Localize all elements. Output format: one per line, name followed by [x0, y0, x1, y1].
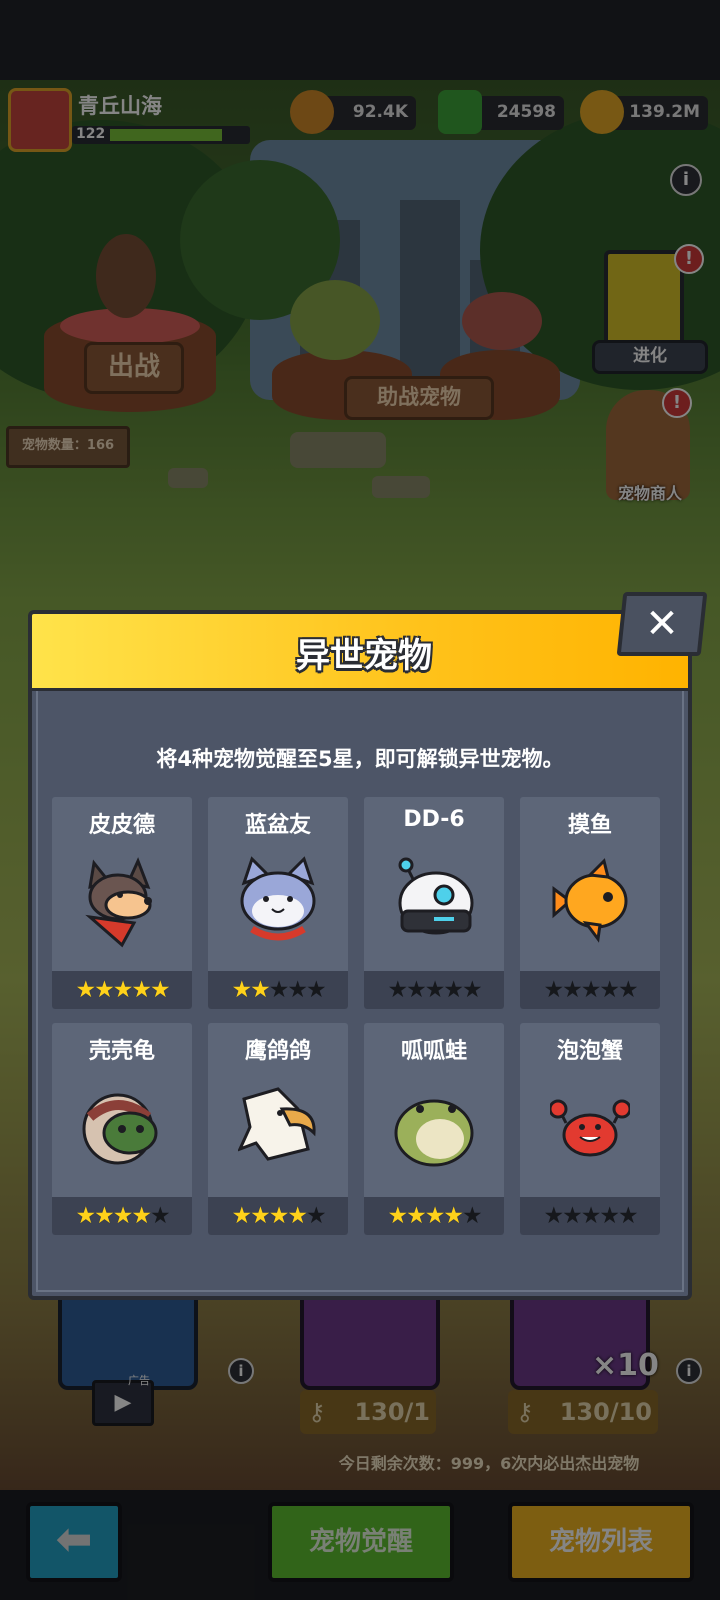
star-filled-icon: ★: [94, 977, 115, 1003]
star-empty-icon: ★: [617, 977, 639, 1003]
star-filled-icon: ★: [250, 1203, 271, 1229]
star-rating: ★★★★★: [52, 1197, 192, 1235]
pet-card[interactable]: 皮皮德 ★★★★★: [52, 797, 192, 1009]
pet-card[interactable]: DD-6 ★★★★★: [364, 797, 504, 1009]
eagle-icon: [237, 1079, 318, 1175]
star-empty-icon: ★: [461, 1203, 483, 1229]
pet-card[interactable]: 蓝盆友 ★★★★★: [208, 797, 348, 1009]
star-empty-icon: ★: [580, 1203, 602, 1229]
star-empty-icon: ★: [543, 1203, 564, 1229]
close-button[interactable]: ✕: [616, 592, 708, 656]
robot-icon: [394, 853, 474, 949]
modal-title: 异世宠物: [296, 636, 432, 676]
star-empty-icon: ★: [599, 1203, 620, 1229]
star-empty-icon: ★: [406, 977, 427, 1003]
star-filled-icon: ★: [287, 1203, 308, 1229]
unlock-description: 将4种宠物觉醒至5星，即可解锁异世宠物。: [156, 747, 564, 771]
star-filled-icon: ★: [387, 1203, 408, 1229]
star-filled-icon: ★: [231, 977, 252, 1003]
star-filled-icon: ★: [75, 977, 96, 1003]
husky-dog-icon: [82, 853, 162, 949]
star-filled-icon: ★: [443, 1203, 464, 1229]
star-filled-icon: ★: [406, 1203, 427, 1229]
crab-icon: [548, 1079, 632, 1175]
star-empty-icon: ★: [305, 1203, 327, 1229]
close-icon: ✕: [645, 601, 679, 647]
star-empty-icon: ★: [268, 977, 290, 1003]
frog-icon: [394, 1079, 474, 1175]
pet-name: 壳壳龟: [88, 1039, 155, 1064]
pet-card[interactable]: 鹰鸽鸽 ★★★★★: [208, 1023, 348, 1235]
star-empty-icon: ★: [580, 977, 602, 1003]
star-empty-icon: ★: [543, 977, 564, 1003]
star-empty-icon: ★: [461, 977, 483, 1003]
star-empty-icon: ★: [287, 977, 308, 1003]
otherworld-pets-modal: 异世宠物 将4种宠物觉醒至5星，即可解锁异世宠物。 皮皮德 ★★★★★ 蓝盆友 ★★★…: [28, 610, 692, 1300]
star-empty-icon: ★: [149, 1203, 171, 1229]
star-rating: ★★★★★: [52, 971, 192, 1009]
star-filled-icon: ★: [131, 1203, 152, 1229]
pet-name: DD-6: [403, 807, 465, 832]
pet-name: 呱呱蛙: [400, 1039, 467, 1064]
star-empty-icon: ★: [562, 977, 583, 1003]
blue-cat-icon: [238, 853, 318, 949]
star-empty-icon: ★: [424, 977, 446, 1003]
pet-name: 泡泡蟹: [556, 1039, 623, 1064]
pet-card[interactable]: 摸鱼 ★★★★★: [520, 797, 660, 1009]
pet-name: 皮皮德: [88, 813, 155, 838]
pet-card[interactable]: 壳壳龟 ★★★★★: [52, 1023, 192, 1235]
star-filled-icon: ★: [112, 977, 134, 1003]
star-filled-icon: ★: [424, 1203, 446, 1229]
star-empty-icon: ★: [617, 1203, 639, 1229]
pet-name: 摸鱼: [567, 813, 612, 838]
star-filled-icon: ★: [131, 977, 152, 1003]
turtle-icon: [82, 1079, 162, 1175]
star-rating: ★★★★★: [208, 971, 348, 1009]
pet-name: 鹰鸽鸽: [244, 1039, 311, 1064]
star-empty-icon: ★: [443, 977, 464, 1003]
pet-name: 蓝盆友: [244, 813, 311, 838]
star-empty-icon: ★: [562, 1203, 583, 1229]
modal-header: 异世宠物: [28, 610, 692, 688]
star-empty-icon: ★: [387, 977, 408, 1003]
pet-card[interactable]: 呱呱蛙 ★★★★★: [364, 1023, 504, 1235]
star-empty-icon: ★: [599, 977, 620, 1003]
star-filled-icon: ★: [250, 977, 271, 1003]
star-rating: ★★★★★: [520, 971, 660, 1009]
star-filled-icon: ★: [112, 1203, 134, 1229]
star-rating: ★★★★★: [364, 1197, 504, 1235]
star-filled-icon: ★: [94, 1203, 115, 1229]
pet-card[interactable]: 泡泡蟹 ★★★★★: [520, 1023, 660, 1235]
star-filled-icon: ★: [268, 1203, 290, 1229]
star-rating: ★★★★★: [208, 1197, 348, 1235]
star-rating: ★★★★★: [364, 971, 504, 1009]
star-filled-icon: ★: [231, 1203, 252, 1229]
modal-body: 将4种宠物觉醒至5星，即可解锁异世宠物。 皮皮德 ★★★★★ 蓝盆友 ★★★★★ DD-…: [28, 688, 692, 1300]
star-empty-icon: ★: [305, 977, 327, 1003]
star-rating: ★★★★★: [520, 1197, 660, 1235]
goldfish-icon: [550, 853, 630, 949]
star-filled-icon: ★: [75, 1203, 96, 1229]
star-filled-icon: ★: [149, 977, 171, 1003]
